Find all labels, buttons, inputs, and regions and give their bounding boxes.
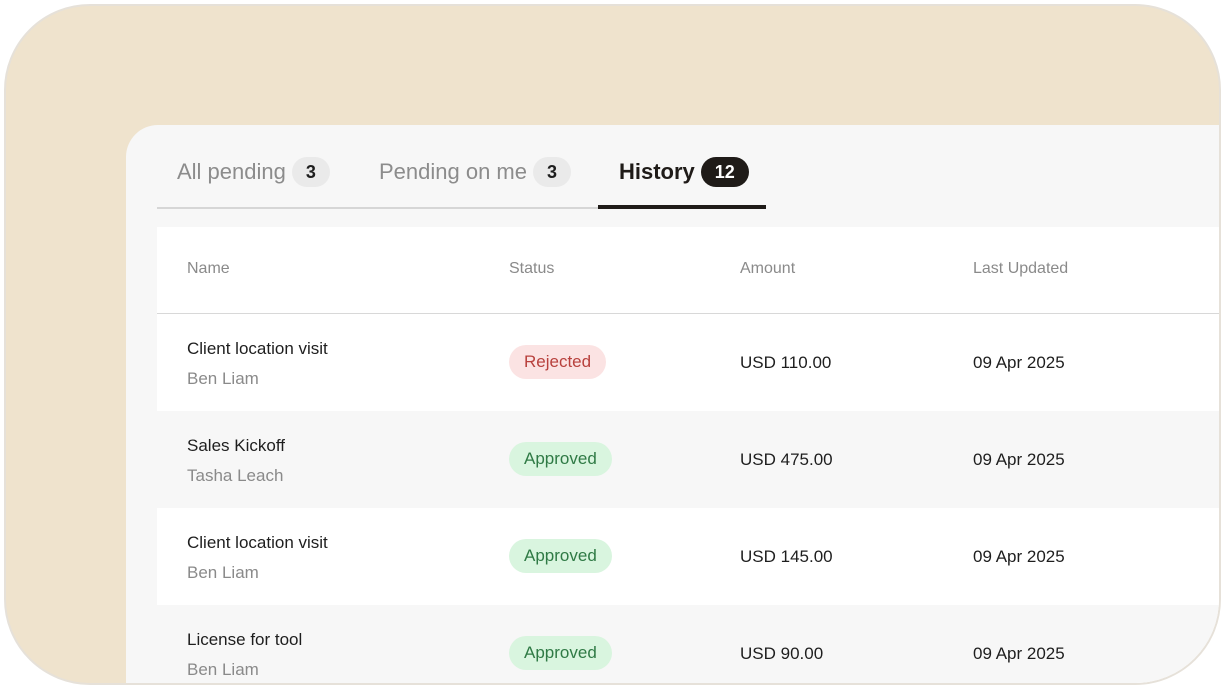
tab-count-badge: 12 — [700, 157, 749, 187]
tab-label: History — [619, 159, 695, 184]
last-updated-value: 09 Apr 2025 — [973, 353, 1065, 372]
app-frame: All pending 3 Pending on me 3 History 12… — [4, 4, 1221, 685]
column-header-last-updated[interactable]: Last Updated — [973, 260, 1068, 278]
amount-value: USD 475.00 — [740, 450, 833, 469]
request-person: Ben Liam — [187, 563, 259, 582]
status-badge: Approved — [509, 636, 612, 670]
request-title: License for tool — [187, 630, 303, 649]
request-person: Tasha Leach — [187, 466, 284, 485]
status-badge: Approved — [509, 539, 612, 573]
table-row[interactable]: License for tool Ben Liam Approved USD 9… — [157, 605, 1219, 683]
request-person: Ben Liam — [187, 369, 259, 388]
tab-pending-on-me[interactable]: Pending on me 3 — [379, 155, 571, 189]
tab-label: All pending — [177, 159, 286, 184]
last-updated-value: 09 Apr 2025 — [973, 547, 1065, 566]
amount-value: USD 110.00 — [740, 353, 832, 372]
table-row[interactable]: Client location visit Ben Liam Rejected … — [157, 314, 1219, 411]
column-header-amount[interactable]: Amount — [740, 260, 795, 278]
status-badge: Approved — [509, 442, 612, 476]
request-title: Client location visit — [187, 533, 328, 552]
last-updated-value: 09 Apr 2025 — [973, 450, 1065, 469]
column-header-name[interactable]: Name — [187, 260, 230, 278]
history-table: Name Status Amount Last Updated Client l… — [157, 227, 1219, 683]
column-header-status[interactable]: Status — [509, 260, 554, 278]
tab-count-badge: 3 — [291, 157, 330, 187]
tab-bar-divider — [157, 207, 599, 209]
approvals-panel: All pending 3 Pending on me 3 History 12… — [126, 125, 1219, 683]
table-row[interactable]: Client location visit Ben Liam Approved … — [157, 508, 1219, 605]
amount-value: USD 90.00 — [740, 644, 824, 663]
status-badge: Rejected — [509, 345, 607, 379]
tab-bar: All pending 3 Pending on me 3 History 12 — [157, 125, 1219, 213]
tab-label: Pending on me — [379, 159, 527, 184]
request-title: Client location visit — [187, 339, 328, 358]
request-person: Ben Liam — [187, 660, 259, 679]
table-header: Name Status Amount Last Updated — [157, 227, 1219, 314]
last-updated-value: 09 Apr 2025 — [973, 644, 1065, 663]
tab-history[interactable]: History 12 — [619, 155, 749, 189]
request-title: Sales Kickoff — [187, 436, 285, 455]
amount-value: USD 145.00 — [740, 547, 833, 566]
active-tab-indicator — [598, 205, 766, 209]
tab-count-badge: 3 — [533, 157, 571, 187]
table-row[interactable]: Sales Kickoff Tasha Leach Approved USD 4… — [157, 411, 1219, 508]
tab-all-pending[interactable]: All pending 3 — [177, 155, 330, 189]
